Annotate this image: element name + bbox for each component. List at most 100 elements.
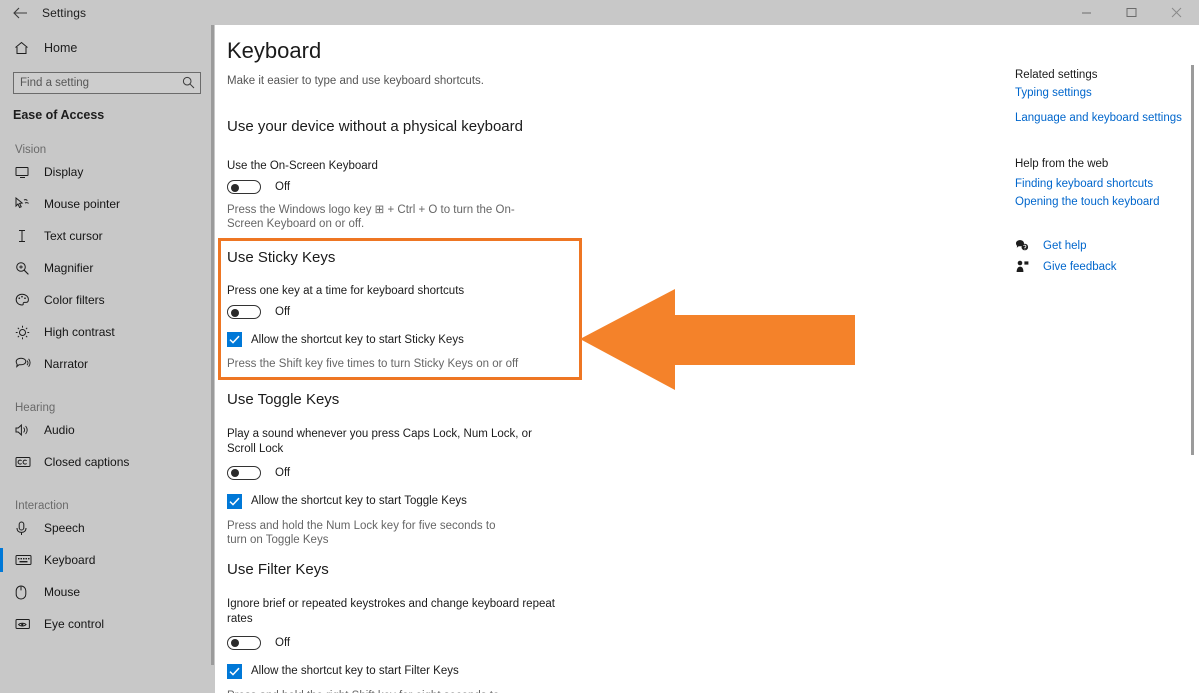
section-sticky-keys: Use Sticky Keys Press one key at a time …: [227, 249, 567, 371]
checkbox-checkmark-icon: [227, 493, 242, 509]
checkbox-checkmark-icon: [227, 663, 242, 679]
checkbox-checkmark-icon: [227, 332, 242, 347]
setting-label: Use the On-Screen Keyboard: [227, 160, 378, 172]
sidebar-item-mouse-pointer[interactable]: Mouse pointer: [0, 188, 215, 220]
toggle-track: [227, 180, 261, 194]
sidebar-item-speech[interactable]: Speech: [0, 512, 215, 544]
section-toggle-keys: Use Toggle Keys Play a sound whenever yo…: [227, 391, 557, 548]
toggle-knob: [231, 183, 239, 192]
toggle-state-label: Off: [275, 181, 291, 193]
sidebar-item-narrator[interactable]: Narrator: [0, 348, 215, 380]
setting-hint: Press the Windows logo key ⊞ + Ctrl + O …: [227, 204, 515, 231]
sticky-keys-shortcut-checkbox[interactable]: Allow the shortcut key to start Sticky K…: [227, 332, 567, 347]
sidebar-item-display[interactable]: Display: [0, 156, 215, 188]
setting-label: Play a sound whenever you press Caps Loc…: [227, 428, 532, 455]
toggle-track: [227, 465, 261, 480]
get-help-link[interactable]: Get help: [1015, 239, 1195, 252]
sidebar-item-closed-captions[interactable]: Closed captions: [0, 446, 215, 478]
toggle-track: [227, 305, 261, 319]
selection-accent: [0, 580, 3, 604]
help-from-web-heading: Help from the web: [1015, 158, 1109, 170]
selection-accent: [0, 450, 3, 474]
sidebar-item-text-cursor[interactable]: Text cursor: [0, 220, 215, 252]
page-title: Keyboard: [227, 38, 322, 63]
section-heading: Use Sticky Keys: [227, 249, 336, 266]
back-arrow-icon[interactable]: [0, 0, 40, 25]
speaker-icon: [15, 423, 35, 437]
toggle-state-label: Off: [275, 636, 291, 649]
selection-accent: [0, 418, 3, 442]
main-content: Keyboard Make it easier to type and use …: [215, 25, 1199, 693]
monitor-icon: [15, 166, 35, 179]
get-help-label: Get help: [1043, 239, 1087, 252]
sidebar-item-label: Narrator: [44, 357, 89, 371]
selection-accent: [0, 612, 3, 636]
selection-accent: [0, 288, 3, 312]
home-icon: [14, 41, 36, 55]
section-heading: Use Filter Keys: [227, 561, 329, 578]
sidebar-group-label-vision: Vision: [15, 144, 47, 156]
sticky-keys-toggle[interactable]: Off: [227, 305, 567, 319]
sidebar-group-label-hearing: Hearing: [15, 402, 56, 414]
setting-label: Ignore brief or repeated keystrokes and …: [227, 598, 555, 625]
link-typing-settings[interactable]: Typing settings: [1015, 87, 1195, 99]
settings-window: Settings Home Ease of Access Visi: [0, 0, 1199, 693]
setting-hint: Press the Shift key five times to turn S…: [227, 358, 519, 370]
section-heading: Use Toggle Keys: [227, 391, 340, 408]
toggle-keys-shortcut-checkbox[interactable]: Allow the shortcut key to start Toggle K…: [227, 493, 557, 509]
related-settings-rail: Related settings Typing settings Languag…: [1015, 69, 1195, 273]
sidebar-item-label: High contrast: [44, 325, 115, 339]
toggle-state-label: Off: [275, 306, 291, 318]
close-button[interactable]: [1154, 0, 1199, 25]
link-language-and-keyboard-settings[interactable]: Language and keyboard settings: [1015, 112, 1195, 124]
sidebar-item-high-contrast[interactable]: High contrast: [0, 316, 215, 348]
section-filter-keys: Use Filter Keys Ignore brief or repeated…: [227, 561, 557, 693]
selection-accent: [0, 256, 3, 280]
toggle-track: [227, 635, 261, 650]
main-scrollbar-track[interactable]: [1185, 25, 1199, 693]
related-settings-heading: Related settings: [1015, 69, 1098, 81]
setting-label: Press one key at a time for keyboard sho…: [227, 285, 465, 297]
window-title: Settings: [42, 5, 87, 20]
sidebar-item-label: Closed captions: [44, 455, 130, 469]
selection-accent: [0, 548, 3, 572]
sidebar-home-label: Home: [44, 41, 78, 55]
selection-accent: [0, 160, 3, 184]
search-box[interactable]: [13, 72, 201, 94]
link-opening-the-touch-keyboard[interactable]: Opening the touch keyboard: [1015, 196, 1195, 208]
sidebar-item-label: Mouse: [44, 585, 81, 599]
sidebar-item-color-filters[interactable]: Color filters: [0, 284, 215, 316]
sidebar-item-label: Speech: [44, 521, 85, 535]
sidebar-item-eye-control[interactable]: Eye control: [0, 608, 215, 640]
maximize-button[interactable]: [1109, 0, 1154, 25]
selection-accent: [0, 192, 3, 216]
sidebar-item-keyboard[interactable]: Keyboard: [0, 544, 215, 576]
sidebar-item-mouse[interactable]: Mouse: [0, 576, 215, 608]
minimize-button[interactable]: [1064, 0, 1109, 25]
sidebar-item-magnifier[interactable]: Magnifier: [0, 252, 215, 284]
main-scrollbar-thumb[interactable]: [1191, 65, 1194, 455]
search-input[interactable]: [14, 73, 200, 93]
title-bar: Settings: [0, 0, 1199, 25]
selection-accent: [0, 320, 3, 344]
magnifier-icon: [15, 261, 35, 276]
toggle-state-label: Off: [275, 466, 291, 479]
text-cursor-icon: [15, 229, 35, 243]
link-finding-keyboard-shortcuts[interactable]: Finding keyboard shortcuts: [1015, 178, 1195, 190]
sidebar-item-home[interactable]: Home: [0, 33, 215, 63]
closed-captions-icon: [15, 456, 35, 468]
page-subtitle: Make it easier to type and use keyboard …: [227, 75, 484, 87]
sidebar-item-label: Display: [44, 165, 84, 179]
toggle-knob: [231, 639, 239, 648]
filter-keys-toggle[interactable]: Off: [227, 635, 557, 650]
toggle-keys-toggle[interactable]: Off: [227, 465, 557, 480]
section-on-screen-keyboard: Use your device without a physical keybo…: [227, 118, 567, 232]
toggle-knob: [231, 469, 239, 478]
on-screen-keyboard-toggle[interactable]: Off: [227, 180, 567, 194]
sidebar-item-label: Audio: [44, 423, 75, 437]
selection-accent: [0, 516, 3, 540]
give-feedback-link[interactable]: Give feedback: [1015, 260, 1195, 273]
filter-keys-shortcut-checkbox[interactable]: Allow the shortcut key to start Filter K…: [227, 663, 557, 679]
sidebar-item-audio[interactable]: Audio: [0, 414, 215, 446]
sidebar-item-label: Eye control: [44, 617, 105, 631]
